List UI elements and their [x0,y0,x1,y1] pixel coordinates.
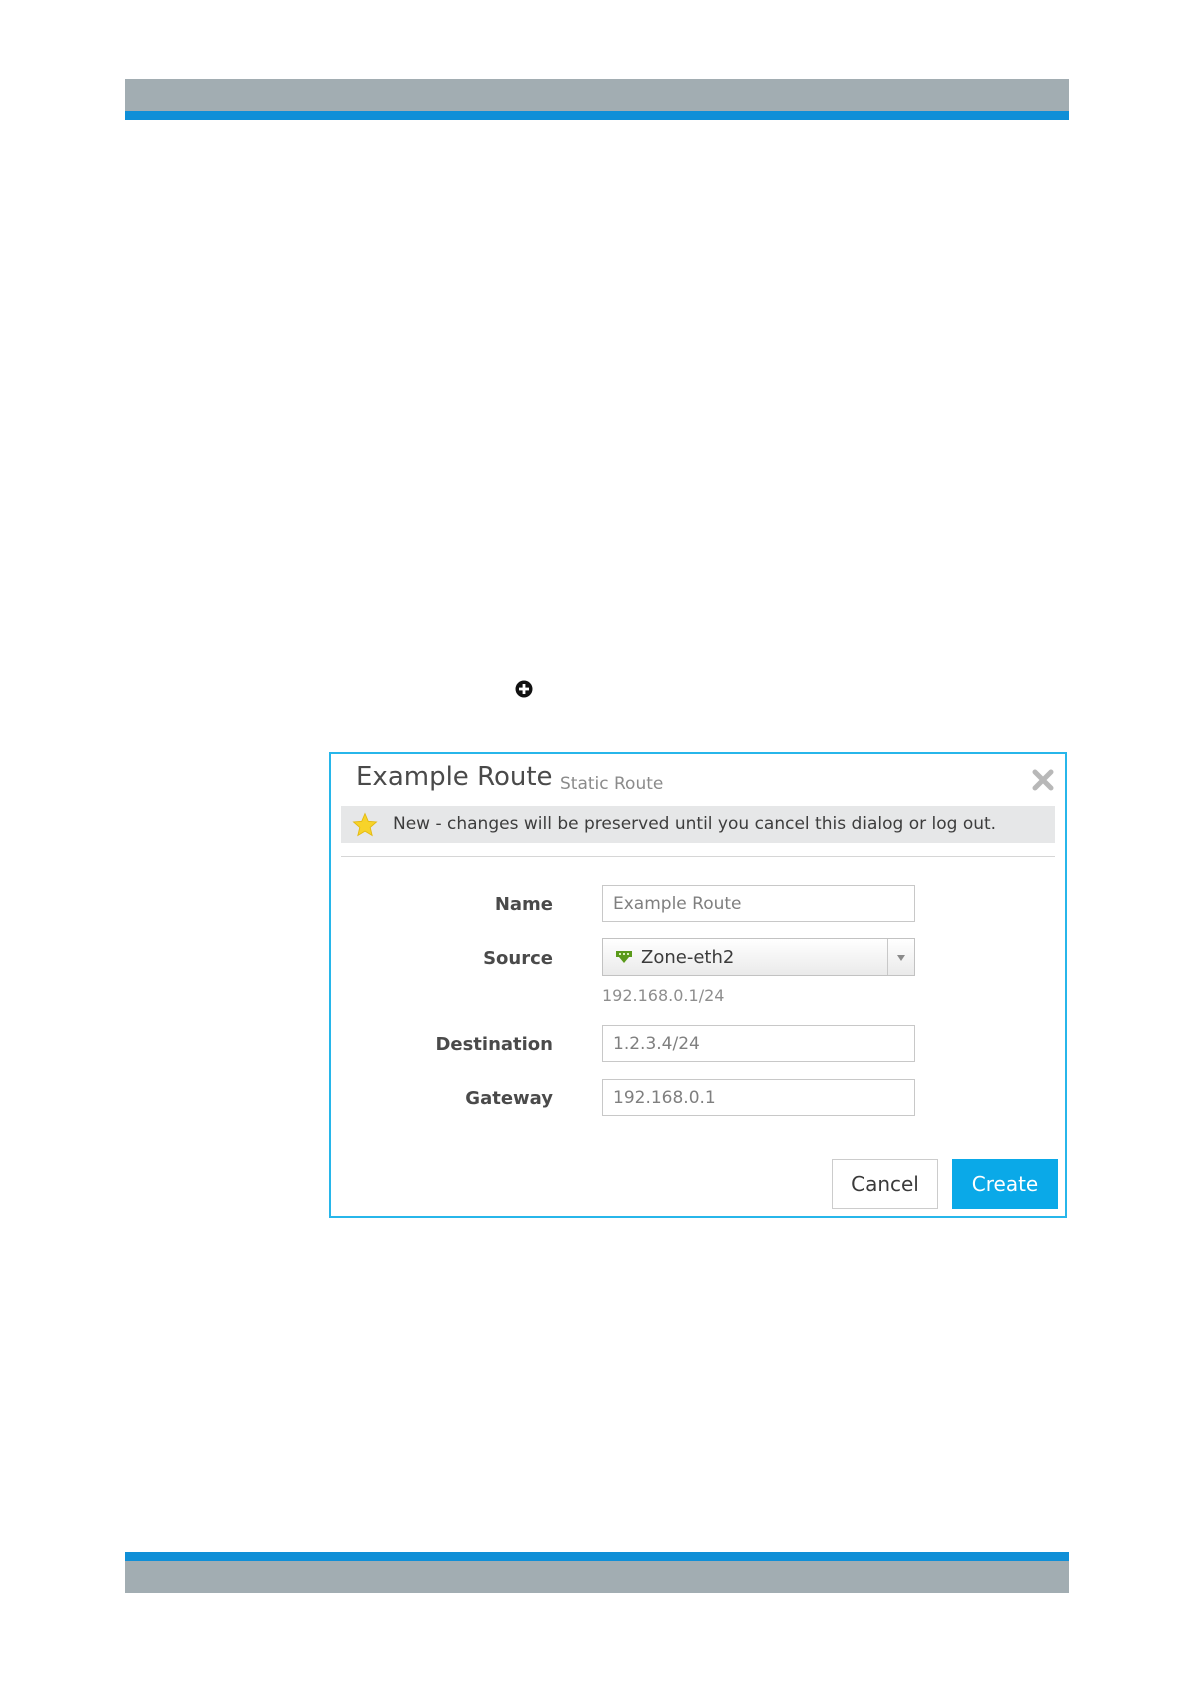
page-footer-band [125,1561,1069,1593]
create-button[interactable]: Create [952,1159,1058,1209]
unsaved-notice-banner: New - changes will be preserved until yo… [341,806,1055,843]
source-label: Source [483,948,553,969]
dialog-subtitle: Static Route [560,774,664,794]
source-select-value: Zone-eth2 [641,947,735,968]
gateway-label: Gateway [465,1088,553,1109]
destination-label: Destination [435,1034,553,1055]
destination-input[interactable] [602,1025,915,1062]
plus-circle-icon [515,680,533,698]
close-icon[interactable] [1031,768,1055,792]
chevron-down-icon[interactable] [887,939,914,975]
name-input[interactable] [602,885,915,922]
static-route-dialog: Example Route Static Route New - changes… [329,752,1067,1218]
cancel-button[interactable]: Cancel [832,1159,938,1209]
source-address-hint: 192.168.0.1/24 [602,986,725,1005]
dialog-divider [341,856,1055,857]
network-zone-icon [616,951,632,963]
dialog-title: Example Route [356,762,553,792]
page-header-accent-line [125,111,1069,120]
gateway-input[interactable] [602,1079,915,1116]
star-icon [352,812,378,837]
page-header-band [125,79,1069,111]
notice-text: New - changes will be preserved until yo… [393,814,997,834]
page-footer-accent-line [125,1552,1069,1561]
name-label: Name [494,894,553,915]
source-select[interactable]: Zone-eth2 [602,938,915,976]
